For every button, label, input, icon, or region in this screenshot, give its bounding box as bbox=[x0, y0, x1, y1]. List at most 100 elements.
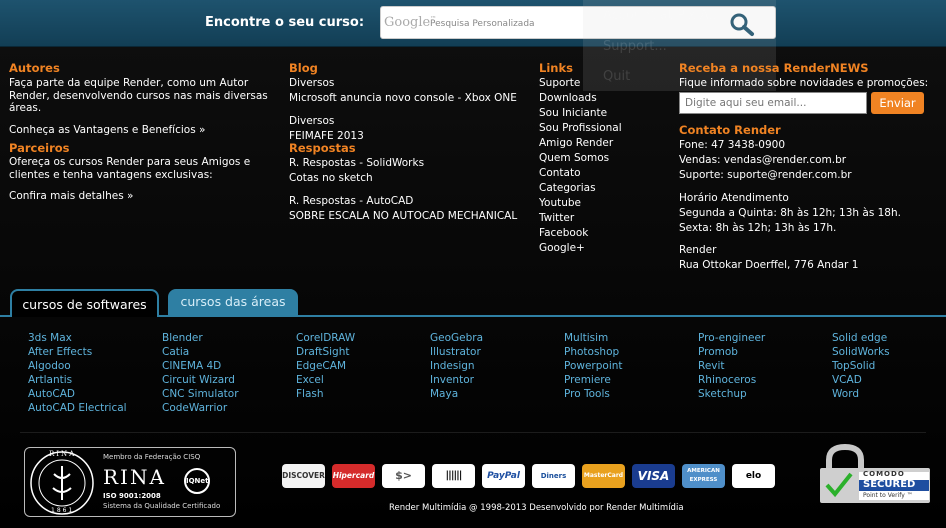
diners-icon: Diners bbox=[532, 464, 575, 488]
course-link[interactable]: Word bbox=[832, 387, 890, 401]
course-link[interactable]: Catia bbox=[162, 345, 239, 359]
course-link[interactable]: CINEMA 4D bbox=[162, 359, 239, 373]
american-express-icon: AMERICAN EXPRESS bbox=[682, 464, 725, 488]
course-link[interactable]: Circuit Wizard bbox=[162, 373, 239, 387]
course-link[interactable]: Promob bbox=[698, 345, 765, 359]
blog-item-category[interactable]: Diversos bbox=[289, 114, 529, 129]
horario-friday: Sexta: 8h às 12h; 13h às 17h. bbox=[679, 222, 837, 234]
course-link[interactable]: Artlantis bbox=[28, 373, 127, 387]
link-google-plus[interactable]: Google+ bbox=[539, 241, 669, 256]
comodo-verify-text: Point to Verify ™ bbox=[863, 492, 913, 499]
course-link[interactable]: Rhinoceros bbox=[698, 373, 765, 387]
barcode-icon: |||||| bbox=[432, 464, 475, 488]
link-contato[interactable]: Contato bbox=[539, 166, 669, 181]
course-link[interactable]: Photoshop bbox=[564, 345, 623, 359]
links-heading: Links bbox=[539, 61, 573, 75]
course-link[interactable]: AutoCAD bbox=[28, 387, 127, 401]
ghost-menu-item-account: Account at Pix A... bbox=[603, 8, 721, 23]
course-link[interactable]: Inventor bbox=[430, 373, 483, 387]
respostas-heading: Respostas bbox=[289, 141, 356, 155]
respostas-section: Respostas R. Respostas - SolidWorks Cota… bbox=[289, 141, 529, 224]
course-link[interactable]: VCAD bbox=[832, 373, 890, 387]
course-link[interactable]: Blender bbox=[162, 331, 239, 345]
rina-seal-year: 1861 bbox=[51, 507, 75, 514]
course-link[interactable]: GeoGebra bbox=[430, 331, 483, 345]
blog-item-title[interactable]: Microsoft anuncia novo console - Xbox ON… bbox=[289, 91, 529, 106]
course-column: Solid edge SolidWorks TopSolid VCAD Word bbox=[832, 331, 890, 401]
link-quem-somos[interactable]: Quem Somos bbox=[539, 151, 669, 166]
iqnet-logo: IQNet bbox=[186, 477, 209, 485]
rina-membro-text: Membro da Federação CISQ bbox=[103, 453, 201, 461]
course-link[interactable]: SolidWorks bbox=[832, 345, 890, 359]
course-link[interactable]: Algodoo bbox=[28, 359, 127, 373]
parceiros-details-link[interactable]: Confira mais detalhes » bbox=[9, 189, 269, 204]
discover-card-icon: DISCOVER bbox=[282, 464, 325, 488]
course-link[interactable]: 3ds Max bbox=[28, 331, 127, 345]
resposta-item-title[interactable]: Cotas no sketch bbox=[289, 171, 529, 186]
course-link[interactable]: Excel bbox=[296, 373, 355, 387]
copyright-text: Render Multimídia @ 1998-2013 Desenvolvi… bbox=[389, 503, 684, 513]
course-link[interactable]: Multisim bbox=[564, 331, 623, 345]
boleto-dollar-icon: $> bbox=[382, 464, 425, 488]
contato-suporte: Suporte: suporte@render.com.br bbox=[679, 169, 852, 181]
course-link[interactable]: Pro Tools bbox=[564, 387, 623, 401]
course-column: 3ds Max After Effects Algodoo Artlantis … bbox=[28, 331, 127, 415]
contato-vendas: Vendas: vendas@render.com.br bbox=[679, 154, 847, 166]
course-link[interactable]: After Effects bbox=[28, 345, 127, 359]
course-link[interactable]: Sketchup bbox=[698, 387, 765, 401]
course-link[interactable]: Solid edge bbox=[832, 331, 890, 345]
parceiros-text: Ofereça os cursos Render para seus Amigo… bbox=[9, 156, 251, 181]
link-downloads[interactable]: Downloads bbox=[539, 91, 669, 106]
link-sou-profissional[interactable]: Sou Profissional bbox=[539, 121, 669, 136]
resposta-item-category[interactable]: R. Respostas - SolidWorks bbox=[289, 156, 529, 171]
parceiros-section: Parceiros Ofereça os cursos Render para … bbox=[9, 141, 269, 204]
rina-iso: ISO 9001:2008 bbox=[103, 492, 161, 500]
course-link[interactable]: Flash bbox=[296, 387, 355, 401]
link-facebook[interactable]: Facebook bbox=[539, 226, 669, 241]
course-link[interactable]: CorelDRAW bbox=[296, 331, 355, 345]
rina-name: RINA bbox=[103, 465, 166, 489]
newsletter-email-input[interactable] bbox=[679, 92, 867, 114]
link-suporte[interactable]: Suporte bbox=[539, 76, 669, 91]
course-link[interactable]: TopSolid bbox=[832, 359, 890, 373]
tab-cursos-softwares[interactable]: cursos de softwares bbox=[10, 289, 159, 317]
rina-seal-text: RINA bbox=[49, 450, 77, 458]
course-link[interactable]: Maya bbox=[430, 387, 483, 401]
newsletter-heading: Receba a nossa RenderNEWS bbox=[679, 61, 869, 75]
resposta-item-title[interactable]: SOBRE ESCALA NO AUTOCAD MECHANICAL bbox=[289, 209, 529, 224]
rina-certification-badge[interactable]: RINA 1861 Membro da Federação CISQ RINA … bbox=[24, 447, 236, 517]
autores-benefits-link[interactable]: Conheça as Vantagens e Benefícios » bbox=[9, 123, 269, 138]
course-link[interactable]: EdgeCAM bbox=[296, 359, 355, 373]
newsletter-send-button[interactable]: Enviar bbox=[871, 92, 924, 114]
link-sou-iniciante[interactable]: Sou Iniciante bbox=[539, 106, 669, 121]
contato-fone: Fone: 47 3438-0900 bbox=[679, 139, 786, 151]
comodo-secured-badge[interactable]: COMODO SECURED Point to Verify ™ bbox=[819, 444, 931, 504]
course-link[interactable]: CodeWarrior bbox=[162, 401, 239, 415]
link-amigo-render[interactable]: Amigo Render bbox=[539, 136, 669, 151]
hipercard-icon: Hipercard bbox=[332, 464, 375, 488]
course-link[interactable]: Illustrator bbox=[430, 345, 483, 359]
footer-divider bbox=[20, 432, 926, 433]
resposta-item-category[interactable]: R. Respostas - AutoCAD bbox=[289, 194, 529, 209]
course-column: Multisim Photoshop Powerpoint Premiere P… bbox=[564, 331, 623, 401]
parceiros-heading: Parceiros bbox=[9, 141, 70, 155]
course-link[interactable]: Premiere bbox=[564, 373, 623, 387]
course-link[interactable]: Indesign bbox=[430, 359, 483, 373]
comodo-brand: COMODO bbox=[863, 470, 905, 478]
tab-cursos-areas[interactable]: cursos das áreas bbox=[168, 289, 298, 315]
course-link[interactable]: Revit bbox=[698, 359, 765, 373]
course-column: GeoGebra Illustrator Indesign Inventor M… bbox=[430, 331, 483, 401]
course-link[interactable]: Powerpoint bbox=[564, 359, 623, 373]
course-link[interactable]: Pro-engineer bbox=[698, 331, 765, 345]
autores-heading: Autores bbox=[9, 61, 60, 75]
company-name: Render bbox=[679, 244, 717, 256]
blog-item-category[interactable]: Diversos bbox=[289, 76, 529, 91]
visa-icon: VISA bbox=[632, 464, 675, 488]
course-link[interactable]: AutoCAD Electrical bbox=[28, 401, 127, 415]
course-link[interactable]: CNC Simulator bbox=[162, 387, 239, 401]
link-youtube[interactable]: Youtube bbox=[539, 196, 669, 211]
newsletter-section: Receba a nossa RenderNEWS Fique informad… bbox=[679, 61, 939, 91]
link-categorias[interactable]: Categorias bbox=[539, 181, 669, 196]
link-twitter[interactable]: Twitter bbox=[539, 211, 669, 226]
course-link[interactable]: DraftSight bbox=[296, 345, 355, 359]
